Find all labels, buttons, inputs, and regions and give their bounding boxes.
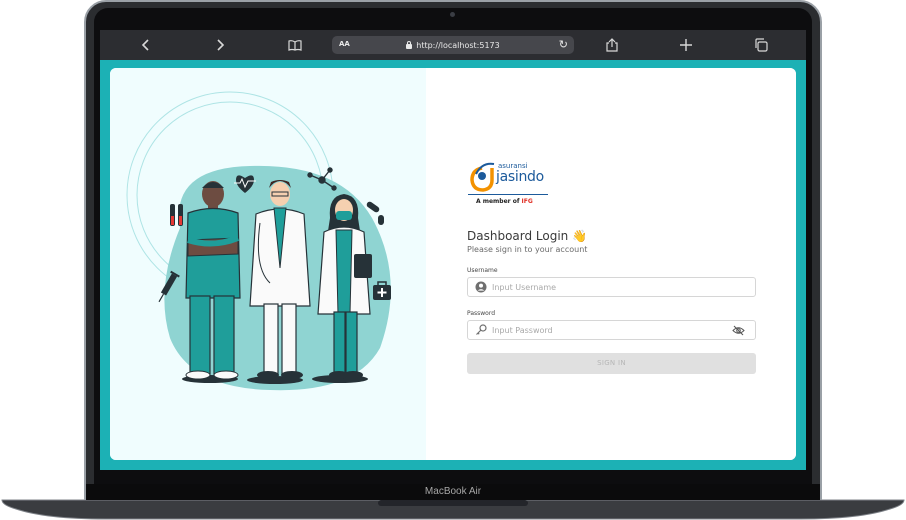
reload-icon[interactable]: ↻ bbox=[559, 38, 568, 51]
camera bbox=[450, 12, 455, 17]
member-prefix: A member of bbox=[476, 198, 520, 205]
test-tubes-icon bbox=[170, 204, 183, 226]
login-title: Dashboard Login 👋 bbox=[467, 229, 588, 243]
lock-icon bbox=[406, 40, 413, 49]
chevron-right-icon[interactable] bbox=[212, 37, 228, 53]
login-subtitle: Please sign in to your account bbox=[467, 245, 588, 254]
illustration-panel bbox=[110, 68, 426, 460]
url-text: http://localhost:5173 bbox=[416, 40, 500, 50]
username-label: Username bbox=[467, 267, 498, 274]
tabs-icon[interactable] bbox=[753, 37, 769, 53]
keyboard-deck: MacBook Air bbox=[86, 484, 820, 500]
medical-staff-illustration bbox=[126, 91, 391, 391]
brand-line2: jasindo bbox=[496, 169, 544, 185]
text-size-button[interactable]: AA bbox=[339, 40, 350, 48]
share-icon[interactable] bbox=[604, 37, 620, 53]
password-label: Password bbox=[467, 310, 496, 317]
laptop-mockup: MacBook Air AA http://localhost:5173 ↻ a… bbox=[0, 0, 906, 520]
password-field[interactable]: Input Password bbox=[467, 320, 756, 340]
book-icon[interactable] bbox=[287, 37, 303, 53]
plus-icon[interactable] bbox=[678, 37, 694, 53]
chevron-left-icon[interactable] bbox=[138, 37, 154, 53]
username-placeholder: Input Username bbox=[492, 282, 557, 292]
login-panel: asuransi jasindo A member of IFG Dashboa… bbox=[426, 68, 796, 460]
sign-in-button[interactable]: SIGN IN bbox=[467, 353, 756, 374]
key-icon bbox=[476, 324, 487, 335]
user-icon bbox=[475, 281, 487, 293]
jasindo-logo-mark bbox=[470, 162, 495, 192]
jasindo-logo: asuransi jasindo A member of IFG bbox=[468, 160, 548, 216]
member-of-text: A member of IFG bbox=[476, 198, 533, 205]
browser-window: AA http://localhost:5173 ↻ asuransi jasi… bbox=[100, 30, 806, 470]
login-page: asuransi jasindo A member of IFG Dashboa… bbox=[110, 68, 796, 460]
username-field[interactable]: Input Username bbox=[467, 277, 756, 297]
browser-toolbar: AA http://localhost:5173 ↻ bbox=[100, 30, 806, 60]
device-model-label: MacBook Air bbox=[424, 486, 482, 497]
laptop-base bbox=[1, 499, 905, 520]
password-placeholder: Input Password bbox=[492, 325, 553, 335]
logo-divider bbox=[468, 194, 548, 195]
address-bar[interactable]: AA http://localhost:5173 ↻ bbox=[332, 36, 574, 54]
eye-slash-icon[interactable] bbox=[732, 325, 745, 336]
ifg-logo-text: IFG bbox=[521, 198, 533, 205]
